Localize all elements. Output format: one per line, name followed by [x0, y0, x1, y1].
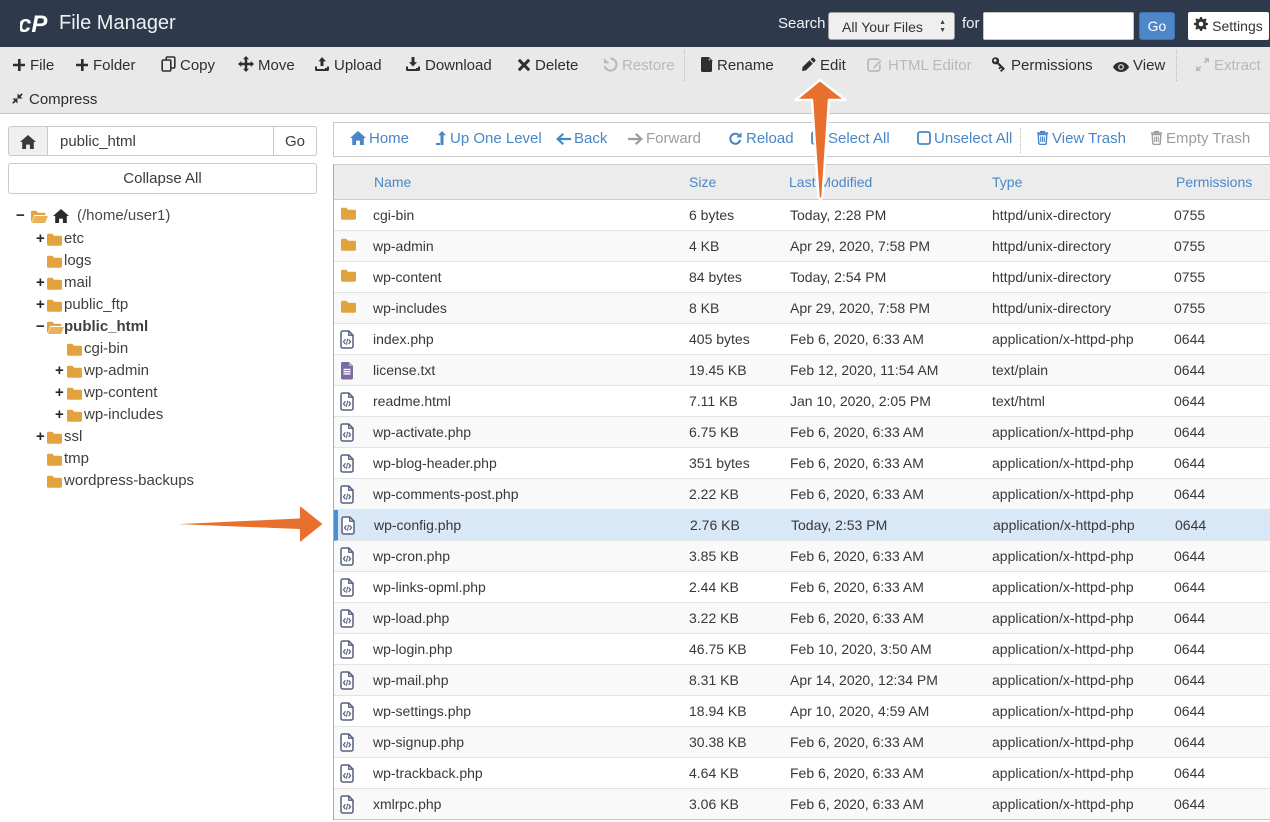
svg-text:cP: cP [20, 13, 48, 36]
